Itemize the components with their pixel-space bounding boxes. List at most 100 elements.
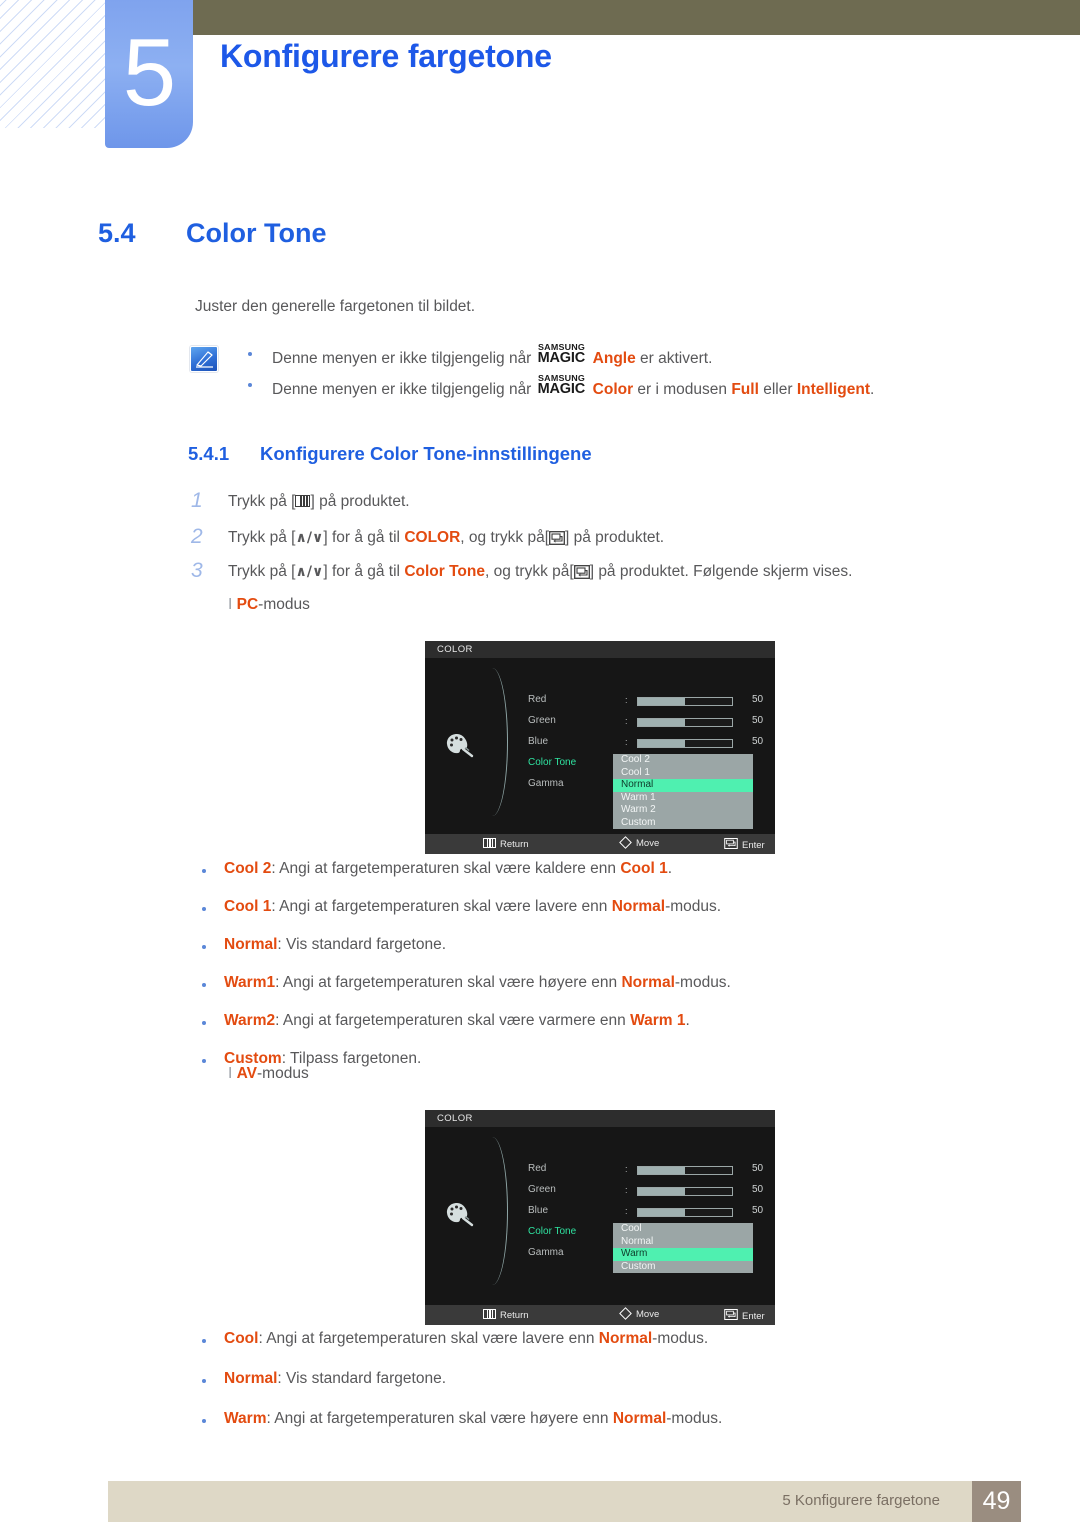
note1-post: er aktivert. — [635, 350, 713, 367]
list-item: Warm1: Angi at fargetemperaturen skal væ… — [202, 974, 731, 992]
step-1-text-b: ] på produktet. — [310, 493, 410, 510]
osd-pc-enter-label: Enter — [742, 840, 765, 851]
osd-av-option-cool[interactable]: Cool — [613, 1223, 753, 1236]
bullet-dot — [202, 1059, 206, 1063]
osd-av-move-label: Move — [636, 1309, 660, 1320]
osd-pc-label-blue: Blue — [528, 736, 549, 747]
section-title: Color Tone — [186, 218, 327, 248]
osd-av-slider-red[interactable] — [637, 1166, 733, 1175]
step-2-target: COLOR — [404, 529, 461, 546]
step-3-text-b: ] for å gå til — [323, 563, 405, 580]
up-down-arrow-icon: ∧/∨ — [295, 530, 324, 546]
osd-av-option-warm[interactable]: Warm — [613, 1248, 753, 1261]
osd-av-slider-green[interactable] — [637, 1187, 733, 1196]
osd-av-return[interactable]: Return — [483, 1309, 529, 1321]
list-item: Warm: Angi at fargetemperaturen skal vær… — [202, 1410, 722, 1428]
osd-av-option-custom[interactable]: Custom — [613, 1261, 753, 1274]
osd-pc-body: Red : 50 Green : 50 Blue : 50 Color Tone… — [425, 658, 775, 834]
step-1-text-a: Trykk på [ — [228, 493, 296, 510]
mode-label-av: I AV-modus — [228, 1065, 309, 1083]
step-3-number: 3 — [191, 559, 203, 582]
note2-post: . — [870, 381, 875, 398]
osd-pc-slider-blue[interactable] — [637, 739, 733, 748]
step-3-target: Color Tone — [404, 563, 485, 580]
step-2-text-b: ] for å gå til — [323, 529, 405, 546]
osd-pc-option-warm1[interactable]: Warm 1 — [613, 792, 753, 805]
osd-pc-label-color-tone: Color Tone — [528, 757, 577, 768]
bullet-av-1-term: Normal — [224, 1370, 278, 1387]
note-memo-icon — [190, 346, 218, 372]
osd-pc-row-green[interactable]: Green : 50 — [425, 715, 775, 736]
osd-colon: : — [625, 1164, 628, 1174]
osd-pc-option-cool2[interactable]: Cool 2 — [613, 754, 753, 767]
osd-pc-return[interactable]: Return — [483, 838, 529, 850]
osd-pc-slider-red[interactable] — [637, 697, 733, 706]
osd-pc-label-green: Green — [528, 715, 556, 726]
decorative-hatch-pattern — [0, 0, 112, 128]
note2-conj: eller — [758, 381, 797, 398]
bullet-dot — [202, 945, 206, 949]
list-item: Cool: Angi at fargetemperaturen skal vær… — [202, 1330, 722, 1348]
bullet-dot — [202, 869, 206, 873]
enter-button-icon — [724, 838, 738, 850]
bullet-dot — [202, 1339, 206, 1343]
osd-av-move[interactable]: Move — [619, 1307, 660, 1320]
menu-button-icon — [295, 495, 311, 507]
osd-pc-color-tone-dropdown[interactable]: Cool 2 Cool 1 Normal Warm 1 Warm 2 Custo… — [613, 754, 753, 829]
step-3-text-d: ] på produktet. Følgende skjerm vises. — [589, 563, 853, 580]
osd-pc-option-custom[interactable]: Custom — [613, 817, 753, 830]
bullet-av-2-rest: : Angi at fargetemperaturen skal være hø… — [266, 1410, 613, 1427]
bullet-av-0-rest: : Angi at fargetemperaturen skal være la… — [258, 1330, 599, 1347]
bullet-pc-4-term2: Warm 1 — [630, 1012, 686, 1029]
osd-av-footer: Return Move Enter — [425, 1305, 775, 1325]
mode-bar: I — [228, 596, 233, 613]
osd-pc-row-red[interactable]: Red : 50 — [425, 694, 775, 715]
osd-av-color-tone-dropdown[interactable]: Cool Normal Warm Custom — [613, 1223, 753, 1273]
osd-av-slider-blue[interactable] — [637, 1208, 733, 1217]
bullet-av-0-term2: Normal — [598, 1330, 653, 1347]
osd-av-row-green[interactable]: Green : 50 — [425, 1184, 775, 1205]
osd-colon: : — [625, 1185, 628, 1195]
step-2-text-a: Trykk på [ — [228, 529, 296, 546]
osd-pc-option-cool1[interactable]: Cool 1 — [613, 767, 753, 780]
osd-pc-value-green: 50 — [752, 715, 764, 726]
osd-av-enter[interactable]: Enter — [724, 1309, 765, 1322]
osd-av-label-color-tone: Color Tone — [528, 1226, 577, 1237]
osd-av-option-normal[interactable]: Normal — [613, 1236, 753, 1249]
bullet-av-0-tail: -modus. — [652, 1330, 709, 1347]
bullet-pc-0-term: Cool 2 — [224, 860, 272, 877]
osd-av-value-blue: 50 — [752, 1205, 764, 1216]
color-tone-options-av-list: Cool: Angi at fargetemperaturen skal vær… — [202, 1330, 722, 1450]
osd-av-row-red[interactable]: Red : 50 — [425, 1163, 775, 1184]
bullet-dot — [202, 1021, 206, 1025]
osd-av-label-red: Red — [528, 1163, 547, 1174]
step-3: 3 Trykk på [∧/∨] for å gå til Color Tone,… — [191, 559, 853, 582]
mode-av-suffix: -modus — [257, 1065, 309, 1082]
list-item: Cool 2: Angi at fargetemperaturen skal v… — [202, 860, 731, 878]
samsung-magic-logo-icon: SAMSUNG MAGIC — [538, 343, 592, 366]
enter-button-icon — [549, 531, 565, 545]
diamond-move-icon — [619, 836, 632, 849]
bullet-dot — [202, 907, 206, 911]
bullet-dot — [202, 1379, 206, 1383]
osd-pc-enter[interactable]: Enter — [724, 838, 765, 851]
list-item: Normal: Vis standard fargetone. — [202, 1370, 722, 1388]
osd-pc-move[interactable]: Move — [619, 836, 659, 849]
osd-pc-option-normal[interactable]: Normal — [613, 779, 753, 792]
osd-pc-option-warm2[interactable]: Warm 2 — [613, 804, 753, 817]
osd-screenshot-pc: COLOR Red : 50 Green : 50 Blue: 50 Colo… — [425, 641, 775, 854]
bullet-pc-4-rest: : Angi at fargetemperaturen skal være va… — [275, 1012, 631, 1029]
osd-pc-slider-green[interactable] — [637, 718, 733, 727]
osd-av-title: COLOR — [425, 1110, 775, 1127]
bullet-dot — [248, 383, 252, 387]
bullet-pc-3-term2: Normal — [621, 974, 675, 991]
bullet-pc-0-tail: . — [667, 860, 673, 877]
osd-pc-return-label: Return — [500, 839, 529, 850]
page-footer: 5 Konfigurere fargetone 49 — [0, 1481, 1080, 1527]
diamond-move-icon — [619, 1307, 632, 1320]
osd-colon: : — [625, 737, 628, 747]
note2-pre: Denne menyen er ikke tilgjengelig når — [272, 381, 536, 398]
osd-colon: : — [625, 1206, 628, 1216]
osd-colon: : — [625, 695, 628, 705]
bullet-av-1-rest: : Vis standard fargetone. — [277, 1370, 447, 1387]
